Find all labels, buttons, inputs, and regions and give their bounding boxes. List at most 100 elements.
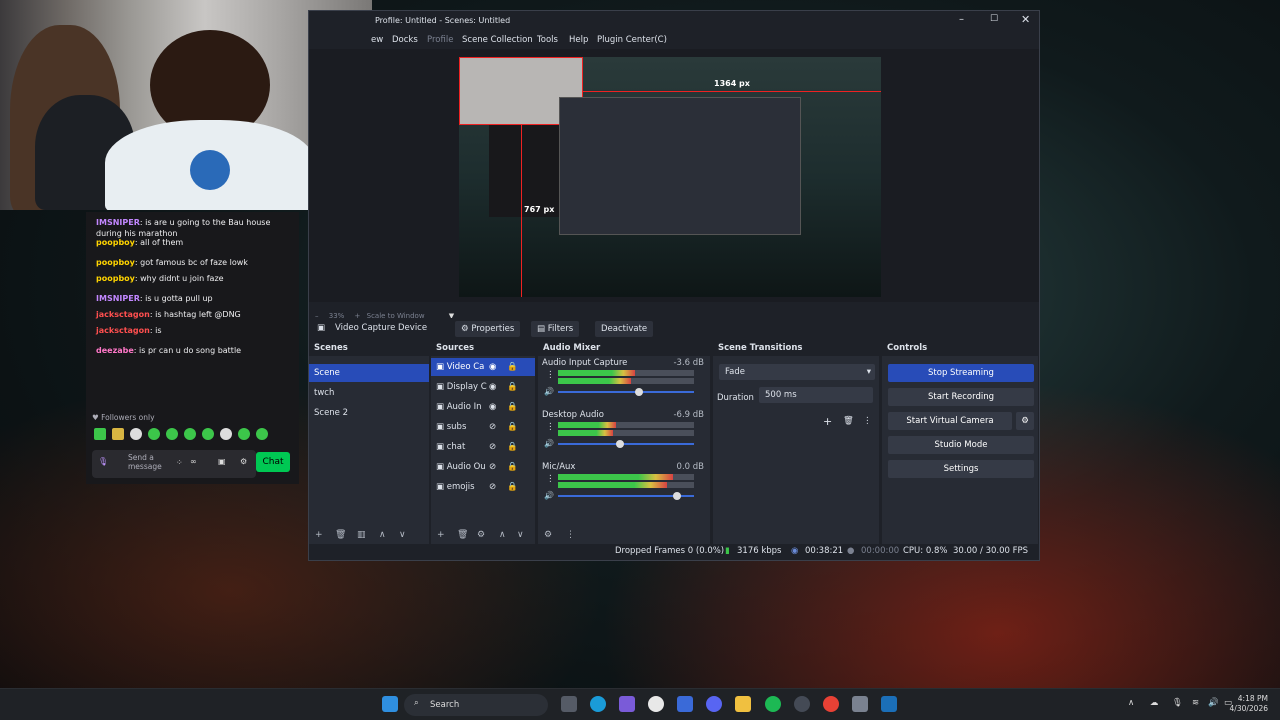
folder-icon[interactable]: [735, 696, 751, 712]
chat-username[interactable]: poopboy: [96, 238, 135, 247]
lock-icon[interactable]: 🔒: [507, 418, 518, 436]
menu-docks[interactable]: Docks: [392, 35, 418, 45]
menu-plugin-center[interactable]: Plugin Center(C): [597, 35, 667, 45]
volume-icon[interactable]: 🔊: [544, 491, 554, 500]
filter-icon[interactable]: ▥: [357, 530, 366, 540]
trash-icon[interactable]: 🗑: [457, 530, 468, 540]
lock-icon[interactable]: 🔒: [507, 458, 518, 476]
eye-off-icon[interactable]: ⊘: [489, 478, 496, 496]
eye-off-icon[interactable]: ⊘: [489, 458, 496, 476]
source-item[interactable]: ▣ chat ⊘ 🔒: [431, 438, 535, 456]
slider-handle[interactable]: [673, 492, 682, 500]
source-item[interactable]: ▣ Audio Ou ⊘ 🔒: [431, 458, 535, 476]
chevron-up-icon[interactable]: ∧: [1128, 698, 1134, 708]
task-view-icon[interactable]: [561, 696, 577, 712]
volume-icon[interactable]: 🔊: [544, 439, 554, 448]
clock[interactable]: 4:18 PM 4/30/2026: [1226, 694, 1268, 714]
lock-icon[interactable]: 🔒: [507, 398, 518, 416]
trash-icon[interactable]: 🗑: [843, 416, 854, 426]
filters-button[interactable]: ▤ Filters: [531, 321, 580, 337]
emote-icon[interactable]: [112, 428, 124, 440]
wifi-icon[interactable]: ≋: [1192, 698, 1199, 708]
emote-icon[interactable]: [238, 428, 250, 440]
discord-icon[interactable]: [706, 696, 722, 712]
trash-icon[interactable]: 🗑: [335, 530, 346, 540]
menu-tools[interactable]: Tools: [537, 35, 558, 45]
lock-icon[interactable]: 🔒: [507, 438, 518, 456]
preview-area[interactable]: 1364 px 767 px – 33% + Scale to Window ▼: [309, 49, 1039, 320]
gear-icon[interactable]: ⚙: [544, 530, 552, 540]
spotify-icon[interactable]: [765, 696, 781, 712]
duration-input[interactable]: 500 ms: [759, 387, 873, 403]
lock-icon[interactable]: 🔒: [507, 378, 518, 396]
chat-username[interactable]: jacksctagon: [96, 326, 150, 335]
eye-off-icon[interactable]: ⊘: [489, 418, 496, 436]
slider-handle[interactable]: [634, 388, 643, 396]
transition-select[interactable]: Fade ▾: [719, 364, 875, 380]
windows-start-icon[interactable]: [382, 696, 398, 712]
maximize-button[interactable]: ☐: [990, 14, 998, 24]
people-icon[interactable]: ⁘: [176, 458, 183, 467]
source-item[interactable]: ▣ Video Ca ◉ 🔒: [431, 358, 535, 376]
studio-mode-button[interactable]: Studio Mode: [888, 436, 1034, 454]
start-virtual-camera-button[interactable]: Start Virtual Camera: [888, 412, 1012, 430]
preview-canvas[interactable]: 1364 px 767 px: [459, 57, 881, 297]
emote-icon[interactable]: [148, 428, 160, 440]
search-box[interactable]: ⌕ Search: [404, 694, 548, 716]
volume-icon[interactable]: 🔊: [1208, 698, 1219, 708]
steam-icon[interactable]: [881, 696, 897, 712]
chat-input[interactable]: 🎙 Send a message ⁘ ∞ ▣ ⚙: [92, 450, 256, 478]
cloud-icon[interactable]: ☁: [1150, 698, 1159, 708]
edge-icon[interactable]: [590, 696, 606, 712]
chat-send-button[interactable]: Chat: [256, 452, 290, 472]
store-icon[interactable]: [677, 696, 693, 712]
source-item[interactable]: ▣ emojis ⊘ 🔒: [431, 478, 535, 496]
menu-help[interactable]: Help: [569, 35, 588, 45]
chevron-up-icon[interactable]: ∧: [379, 530, 386, 540]
add-icon[interactable]: +: [315, 530, 323, 540]
eye-icon[interactable]: ◉: [489, 378, 496, 396]
obs-icon[interactable]: [794, 696, 810, 712]
chat-username[interactable]: poopboy: [96, 274, 135, 283]
minimize-button[interactable]: –: [959, 14, 964, 25]
eye-off-icon[interactable]: ⊘: [489, 438, 496, 456]
close-button[interactable]: ✕: [1021, 13, 1030, 26]
menu-profile[interactable]: Profile: [427, 35, 453, 45]
more-icon[interactable]: ⋮: [546, 422, 555, 432]
settings-icon[interactable]: [852, 696, 868, 712]
emote-icon[interactable]: [94, 428, 106, 440]
emote-icon[interactable]: [202, 428, 214, 440]
slider-handle[interactable]: [615, 440, 624, 448]
gear-icon[interactable]: ⚙: [240, 457, 247, 466]
emote-icon[interactable]: [220, 428, 232, 440]
menu-view[interactable]: ew: [371, 35, 383, 45]
lock-icon[interactable]: 🔒: [507, 358, 518, 376]
chevron-down-icon[interactable]: ∨: [399, 530, 406, 540]
source-item[interactable]: ▣ subs ⊘ 🔒: [431, 418, 535, 436]
source-item[interactable]: ▣ Display C ◉ 🔒: [431, 378, 535, 396]
chevron-down-icon[interactable]: ∨: [517, 530, 524, 540]
chat-username[interactable]: IMSNIPER: [96, 218, 140, 227]
start-recording-button[interactable]: Start Recording: [888, 388, 1034, 406]
properties-button[interactable]: ⚙ Properties: [455, 321, 521, 337]
more-icon[interactable]: ⋮: [546, 370, 555, 380]
add-icon[interactable]: +: [823, 415, 832, 428]
deactivate-button[interactable]: Deactivate: [595, 321, 654, 337]
scene-item[interactable]: Scene 2: [309, 404, 429, 422]
gear-icon[interactable]: ⚙: [477, 530, 485, 540]
source-item[interactable]: ▣ Audio In ◉ 🔒: [431, 398, 535, 416]
volume-slider[interactable]: [558, 388, 694, 396]
gift-icon[interactable]: ▣: [218, 457, 226, 466]
copilot-icon[interactable]: [619, 696, 635, 712]
add-icon[interactable]: +: [437, 530, 445, 540]
volume-slider[interactable]: [558, 492, 694, 500]
scene-item[interactable]: twch: [309, 384, 429, 402]
eye-icon[interactable]: ◉: [489, 398, 496, 416]
more-icon[interactable]: ⋮: [546, 474, 555, 484]
eye-icon[interactable]: ◉: [489, 358, 496, 376]
preview-chat-source[interactable]: [489, 125, 559, 217]
emote-icon[interactable]: [256, 428, 268, 440]
stop-streaming-button[interactable]: Stop Streaming: [888, 364, 1034, 382]
settings-button[interactable]: Settings: [888, 460, 1034, 478]
emote-icon[interactable]: [166, 428, 178, 440]
